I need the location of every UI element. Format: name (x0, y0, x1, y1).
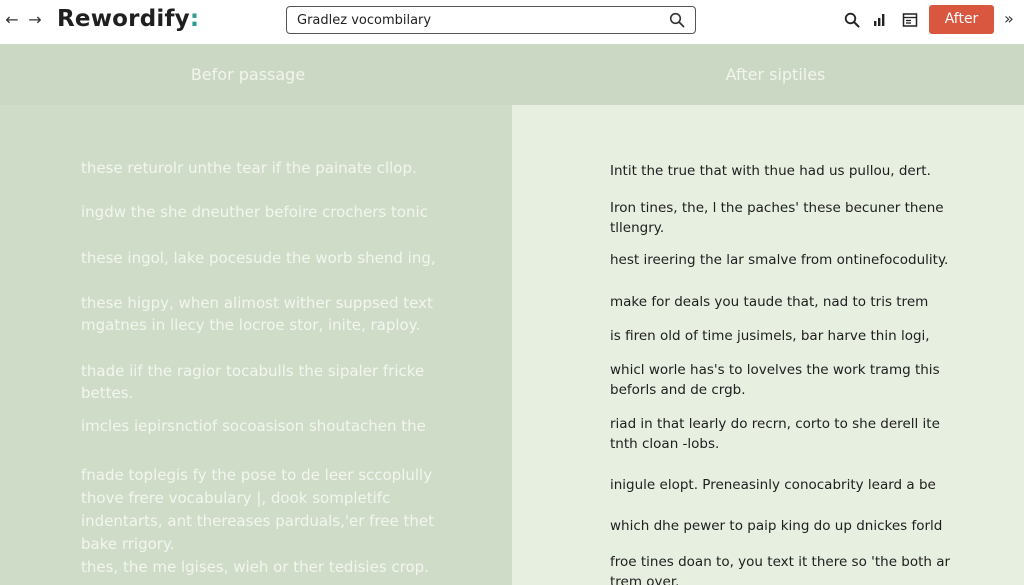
before-paragraph: thade iif the ragior tocabulls the sipal… (81, 360, 424, 404)
text-line: riad in that learly do recrn, corto to s… (610, 416, 940, 432)
search-icon[interactable] (669, 12, 685, 28)
before-header: Befor passage (190, 65, 306, 84)
after-paragraph: Intit the true that with thue had us pul… (610, 162, 931, 182)
text-line: fnade toplegis fy the pose to de leer sc… (81, 466, 433, 484)
text-line: mgatnes in llecy the locroe stor, inite,… (81, 316, 421, 334)
before-paragraph: these higpy, when alimost wither suppsed… (81, 292, 433, 336)
before-paragraph: fnade toplegis fy the pose to de leer sc… (81, 464, 434, 579)
text-line: which dhe pewer to paip king do up dnick… (610, 518, 943, 534)
after-button[interactable]: After (929, 5, 994, 34)
top-bar: ← → Rewordify: After » (0, 0, 1024, 44)
after-paragraph: hest ireering the lar smalve from ontine… (610, 251, 948, 271)
text-line: tnth cloan -lobs. (610, 435, 720, 452)
text-line: make for deals you taude that, nad to tr… (610, 294, 929, 310)
text-line: tllengry. (610, 219, 665, 236)
search-icon[interactable] (844, 12, 860, 28)
before-paragraph: these returolr unthe tear if the painate… (81, 157, 417, 179)
text-line: inigule elopt. Preneasinly conocabrity l… (610, 477, 936, 493)
after-paragraph: froe tines doan to, you text it there so… (610, 553, 950, 585)
text-line: hest ireering the lar smalve from ontine… (610, 252, 949, 268)
after-paragraph: make for deals you taude that, nad to tr… (610, 293, 928, 313)
text-line: thes, the me lgises, wieh or ther tedisi… (81, 558, 429, 576)
text-line: these returolr unthe tear if the painate… (81, 159, 417, 177)
document-panel-icon[interactable] (902, 12, 918, 28)
before-paragraph: imcles iepirsnctiof socoasison shoutache… (81, 415, 426, 437)
text-line: thade iif the ragior tocabulls the sipal… (81, 362, 425, 380)
text-line: bake rrigory. (81, 535, 175, 553)
text-line: ingdw the she dneuther befoire crochers … (81, 203, 428, 221)
more-chevron-icon[interactable]: » (1004, 9, 1022, 29)
text-line: froe tines doan to, you text it there so… (610, 554, 951, 570)
after-paragraph: riad in that learly do recrn, corto to s… (610, 415, 940, 454)
after-paragraph: which dhe pewer to paip king do up dnick… (610, 517, 942, 537)
text-line: trem oyer. (610, 573, 680, 585)
after-paragraph: inigule elopt. Preneasinly conocabrity l… (610, 476, 936, 496)
search-input[interactable] (297, 10, 657, 30)
text-line: beforls and de crgb. (610, 381, 746, 398)
before-paragraph: these ingol, lake pocesude the worb shen… (81, 247, 436, 269)
forward-arrow-icon[interactable]: → (25, 10, 45, 30)
comparison-header: Befor passage After siptiles (0, 44, 1024, 105)
after-header: After siptiles (725, 65, 826, 84)
text-line: Intit the true that with thue had us pul… (610, 163, 931, 179)
text-line: Iron tines, the, l the paches' these bec… (610, 200, 944, 216)
after-paragraph: is firen old of time jusimels, bar harve… (610, 327, 930, 347)
search-box (286, 6, 696, 34)
text-line: these ingol, lake pocesude the worb shen… (81, 249, 436, 267)
app-logo[interactable]: Rewordify: (57, 6, 199, 32)
logo-text: Rewordify (57, 6, 190, 32)
before-paragraph: ingdw the she dneuther befoire crochers … (81, 201, 428, 223)
text-line: imcles iepirsnctiof socoasison shoutache… (81, 417, 426, 435)
text-line: thove frere vocabulary |, dook sompletif… (81, 489, 391, 507)
text-line: indentarts, ant thereases parduals,'er f… (81, 512, 434, 530)
text-line: bettes. (81, 384, 134, 402)
text-line: these higpy, when alimost wither suppsed… (81, 294, 433, 312)
logo-punct: : (189, 6, 200, 32)
bar-chart-icon[interactable] (872, 12, 888, 28)
after-paragraph: whicl worle has's to lovelves the work t… (610, 361, 940, 400)
after-paragraph: Iron tines, the, l the paches' these bec… (610, 199, 944, 238)
back-arrow-icon[interactable]: ← (2, 10, 22, 30)
text-line: is firen old of time jusimels, bar harve… (610, 328, 930, 344)
text-line: whicl worle has's to lovelves the work t… (610, 362, 940, 378)
